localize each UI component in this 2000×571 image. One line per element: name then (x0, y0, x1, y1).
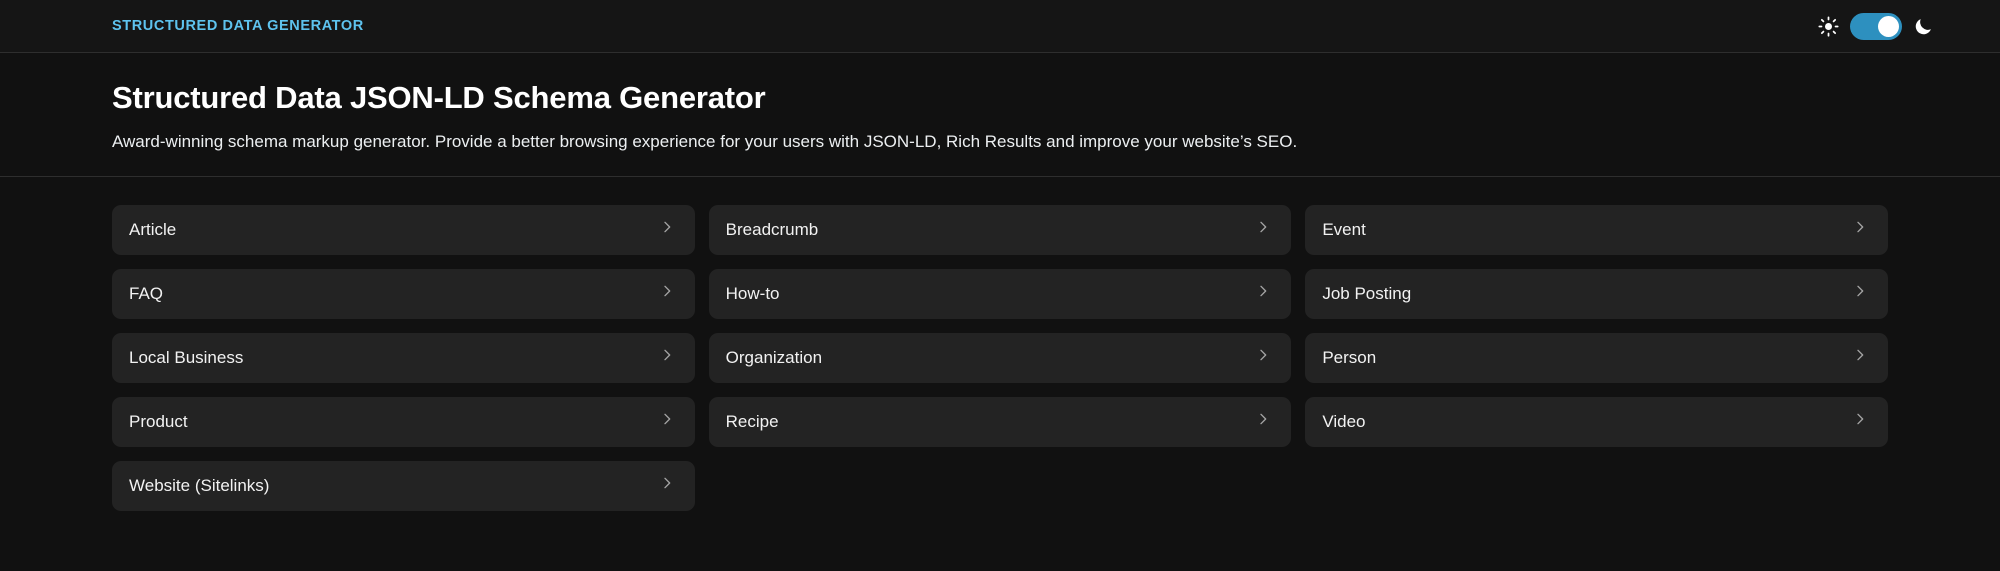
chevron-right-icon (1255, 283, 1271, 304)
schema-card[interactable]: Person (1305, 332, 1888, 383)
chevron-right-icon (1255, 219, 1271, 240)
schema-card-label: How-to (725, 283, 780, 303)
chevron-right-icon (659, 283, 675, 304)
top-bar: Structured Data Generator (0, 0, 2000, 53)
schema-card[interactable]: FAQ (112, 268, 695, 319)
chevron-right-icon (1852, 283, 1868, 304)
theme-switch-knob (1878, 16, 1899, 37)
schema-card-label: Recipe (725, 411, 779, 431)
schema-card[interactable]: Job Posting (1305, 268, 1888, 319)
theme-toggle-group (1818, 0, 1934, 53)
chevron-right-icon (1852, 411, 1868, 432)
chevron-right-icon (659, 219, 675, 240)
theme-mode-switch[interactable] (1850, 13, 1902, 40)
schema-card-label: Job Posting (1322, 283, 1412, 303)
schema-card-label: Article (129, 219, 177, 239)
chevron-right-icon (1255, 347, 1271, 368)
chevron-right-icon (1255, 411, 1271, 432)
chevron-right-icon (659, 475, 675, 496)
schema-card[interactable]: Breadcrumb (708, 204, 1292, 255)
schema-card-grid: Article Breadcrumb Event FAQ How-to Job Posti… (112, 204, 1888, 511)
schema-cards-section: Article Breadcrumb Event FAQ How-to Job Posti… (0, 177, 2000, 511)
page-title: Structured Data JSON-LD Schema Generator (112, 80, 766, 115)
schema-card-label: Local Business (129, 347, 244, 367)
schema-card-label: Event (1322, 219, 1366, 239)
schema-card[interactable]: Product (112, 396, 695, 447)
schema-card-label: Breadcrumb (725, 219, 819, 239)
schema-card[interactable]: How-to (708, 268, 1292, 319)
chevron-right-icon (1852, 347, 1868, 368)
schema-card-label: Product (129, 411, 188, 431)
schema-card[interactable]: Event (1305, 204, 1888, 255)
schema-card[interactable]: Website (Sitelinks) (112, 460, 695, 511)
hero-section: Structured Data JSON-LD Schema Generator… (0, 53, 2000, 177)
schema-card-label: Person (1322, 347, 1377, 367)
schema-card[interactable]: Organization (708, 332, 1292, 383)
chevron-right-icon (1852, 219, 1868, 240)
schema-card-label: Video (1322, 411, 1366, 431)
brand-logo-text[interactable]: Structured Data Generator (112, 18, 364, 34)
chevron-right-icon (659, 411, 675, 432)
page-subtitle: Award-winning schema markup generator. P… (112, 132, 1298, 152)
schema-card-label: Website (Sitelinks) (129, 475, 270, 495)
sun-icon[interactable] (1818, 16, 1839, 37)
schema-card[interactable]: Local Business (112, 332, 695, 383)
chevron-right-icon (659, 347, 675, 368)
schema-card[interactable]: Recipe (708, 396, 1292, 447)
schema-card-label: Organization (725, 347, 823, 367)
moon-icon[interactable] (1913, 16, 1934, 37)
schema-card-label: FAQ (129, 283, 164, 303)
schema-card[interactable]: Video (1305, 396, 1888, 447)
schema-card[interactable]: Article (112, 204, 695, 255)
